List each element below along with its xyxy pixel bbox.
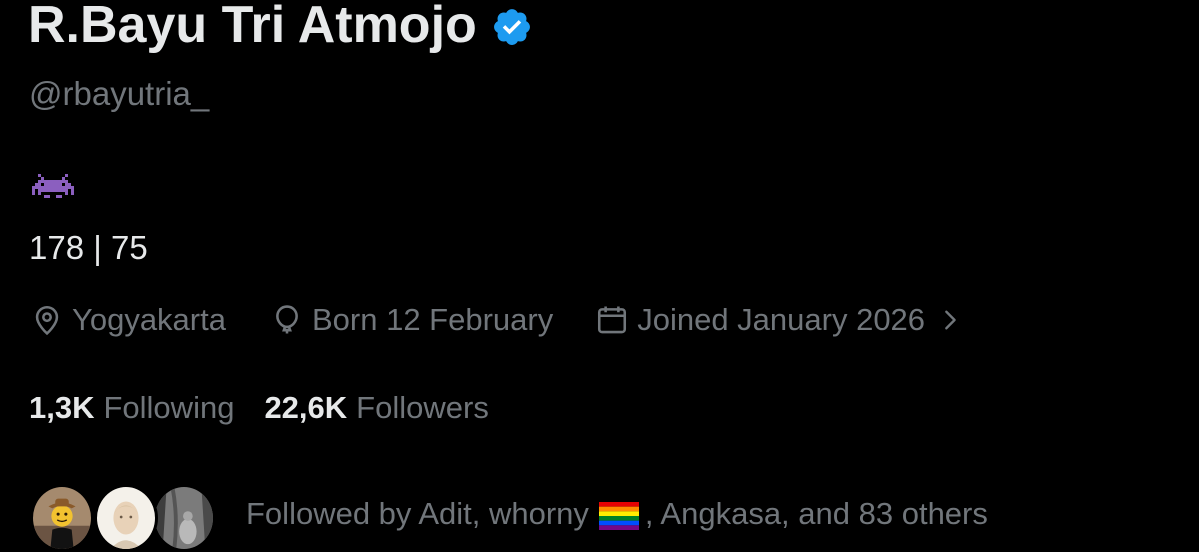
mutual-avatars[interactable] (30, 484, 220, 552)
alien-monster-icon (32, 174, 74, 210)
following-link[interactable]: 1,3K Following (29, 388, 234, 428)
display-name: R.Bayu Tri Atmojo (28, 0, 477, 54)
followers-count: 22,6K (264, 390, 348, 425)
chevron-right-icon[interactable] (939, 309, 961, 331)
profile-header: R.Bayu Tri Atmojo @rbayutria_ 178 | 75 Y… (28, 0, 1178, 552)
location-item: Yogyakarta (30, 300, 226, 340)
followed-by-prefix: Followed by Adit, whorny (246, 496, 589, 531)
following-label: Following (103, 390, 235, 425)
followed-by-suffix: , Angkasa, and 83 others (644, 496, 988, 531)
profile-handle: @rbayutria_ (29, 75, 210, 112)
birthday-text: Born 12 February (311, 302, 554, 337)
location-text: Yogyakarta (72, 302, 226, 337)
avatar[interactable] (94, 484, 158, 552)
bio-text: 178 | 75 (29, 229, 148, 266)
following-count: 1,3K (29, 390, 95, 425)
rainbow-flag-icon (598, 500, 639, 530)
followed-by-row[interactable]: Followed by Adit, whorny , Angkasa, and … (30, 484, 988, 552)
birthday-item: Born 12 February (270, 300, 553, 340)
joined-item[interactable]: Joined January 2026 (595, 300, 961, 340)
calendar-icon (598, 306, 627, 334)
location-pin-icon (35, 305, 59, 336)
follow-stats: 1,3K Following 22,6K Followers (29, 388, 489, 428)
avatar[interactable] (30, 484, 94, 552)
followers-label: Followers (356, 390, 489, 425)
followers-link[interactable]: 22,6K Followers (264, 388, 488, 428)
avatar[interactable] (152, 484, 216, 552)
balloon-icon (276, 305, 298, 334)
profile-meta: Yogyakarta Born 12 February Joined Janua… (30, 300, 961, 340)
verified-badge-icon[interactable] (491, 6, 533, 48)
followed-by-text[interactable]: Followed by Adit, whorny , Angkasa, and … (246, 494, 988, 534)
joined-text: Joined January 2026 (637, 302, 926, 337)
name-row: R.Bayu Tri Atmojo (28, 0, 533, 56)
